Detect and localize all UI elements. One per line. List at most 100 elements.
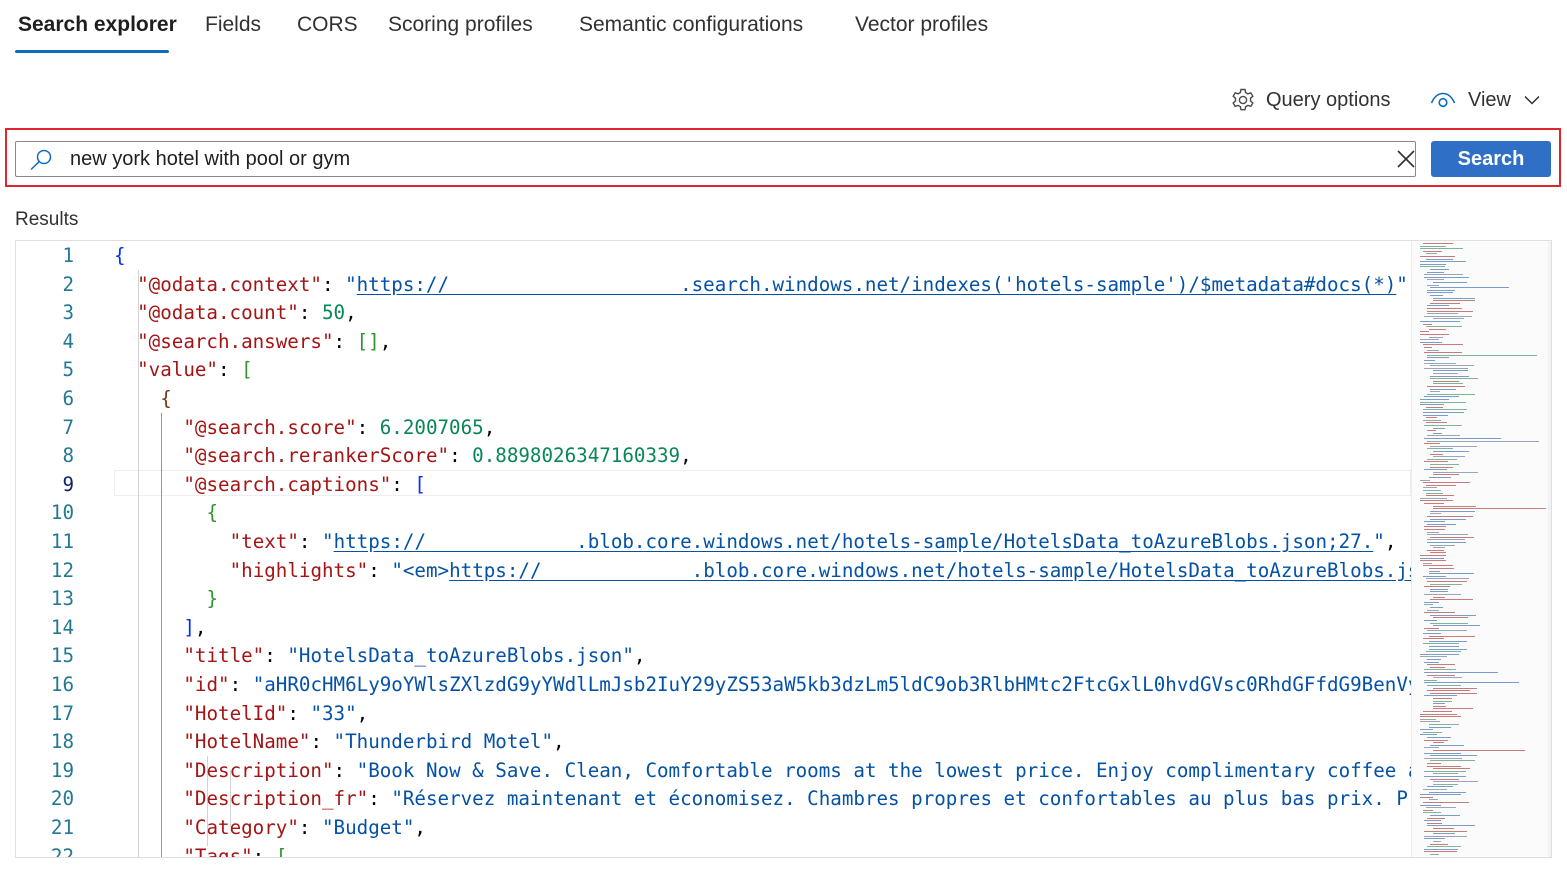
tab-vector-profiles[interactable]: Vector profiles <box>855 10 988 40</box>
minimap-line <box>1433 427 1446 429</box>
minimap-line <box>1430 269 1450 270</box>
minimap-line <box>1424 838 1446 840</box>
clear-icon[interactable] <box>1396 149 1416 174</box>
minimap-line <box>1423 419 1442 421</box>
line-number: 14 <box>50 615 74 639</box>
minimap-line <box>1427 284 1439 286</box>
code-area[interactable]: 1{2 "@odata.context": "https:// .search.w… <box>16 241 1411 858</box>
minimap-line <box>1424 362 1456 364</box>
minimap-line <box>1433 698 1452 699</box>
tab-semantic-configurations[interactable]: Semantic configurations <box>579 10 803 40</box>
minimap-line <box>1430 544 1456 546</box>
code-line: 22 "Tags": [ <box>16 843 1411 858</box>
search-input[interactable] <box>70 142 1370 176</box>
minimap-line <box>1430 815 1460 816</box>
minimap-line <box>1433 432 1443 434</box>
code-line: 9 "@search.captions": [ <box>16 471 1411 500</box>
minimap[interactable] <box>1411 241 1549 857</box>
minimap-line <box>1423 789 1448 790</box>
minimap-line <box>1427 534 1468 536</box>
minimap-line <box>1429 640 1468 642</box>
line-number: 11 <box>50 530 74 553</box>
code-line: 3 "@odata.count": 50, <box>16 299 1411 328</box>
minimap-line <box>1423 809 1433 811</box>
gear-icon <box>1230 87 1256 113</box>
tab-search-explorer[interactable]: Search explorer <box>18 10 177 40</box>
minimap-line <box>1424 352 1463 354</box>
minimap-line <box>1423 802 1469 803</box>
minimap-line <box>1433 773 1458 775</box>
minimap-line <box>1426 578 1469 580</box>
minimap-line <box>1423 414 1448 416</box>
minimap-line <box>1420 401 1467 403</box>
minimap-line <box>1424 848 1458 850</box>
minimap-line <box>1424 438 1502 439</box>
minimap-line <box>1424 830 1468 832</box>
minimap-line <box>1433 703 1445 705</box>
code-line: 21 "Category": "Budget", <box>16 814 1411 843</box>
minimap-line <box>1426 484 1456 486</box>
code-text: "Category": "Budget", <box>183 816 426 839</box>
minimap-line <box>1433 383 1464 385</box>
minimap-line <box>1420 334 1450 335</box>
line-number: 1 <box>62 244 74 267</box>
minimap-line <box>1430 760 1476 762</box>
minimap-line <box>1424 274 1463 276</box>
minimap-line <box>1424 851 1458 853</box>
minimap-line <box>1423 731 1442 733</box>
chevron-down-icon <box>1523 94 1541 106</box>
view-dropdown[interactable]: View <box>1430 84 1541 116</box>
minimap-line <box>1430 365 1475 367</box>
line-number: 10 <box>50 501 74 525</box>
minimap-line <box>1430 614 1476 616</box>
minimap-line <box>1424 752 1462 754</box>
minimap-line <box>1420 794 1462 796</box>
eye-icon <box>1430 90 1456 110</box>
minimap-line <box>1430 552 1447 554</box>
tab-scoring-profiles[interactable]: Scoring profiles <box>388 10 533 40</box>
minimap-line <box>1433 474 1459 476</box>
line-number: 22 <box>50 844 74 858</box>
minimap-line <box>1426 406 1444 408</box>
minimap-line <box>1430 464 1460 465</box>
minimap-line <box>1433 841 1442 842</box>
minimap-line <box>1423 633 1441 634</box>
tab-fields[interactable]: Fields <box>205 10 261 40</box>
minimap-line <box>1424 679 1437 681</box>
minimap-line <box>1424 425 1462 426</box>
minimap-line <box>1423 412 1465 413</box>
minimap-line <box>1424 612 1455 614</box>
minimap-line <box>1433 783 1458 785</box>
vertical-scrollbar[interactable] <box>1548 241 1551 857</box>
minimap-line <box>1430 744 1464 746</box>
minimap-line <box>1429 570 1441 572</box>
minimap-line <box>1429 336 1443 338</box>
minimap-line <box>1420 560 1447 562</box>
minimap-line <box>1427 435 1461 437</box>
minimap-line <box>1433 833 1455 835</box>
minimap-line <box>1420 729 1433 731</box>
minimap-line <box>1423 323 1432 325</box>
code-line: 6{ <box>16 385 1411 414</box>
search-button[interactable]: Search <box>1431 141 1551 177</box>
results-editor[interactable]: 1{2 "@odata.context": "https:// .search.w… <box>15 240 1552 858</box>
minimap-line <box>1423 250 1443 252</box>
minimap-line <box>1433 768 1471 770</box>
code-line: 10 { <box>16 499 1411 528</box>
minimap-line <box>1433 700 1453 702</box>
minimap-line <box>1423 490 1441 491</box>
active-tab-indicator <box>15 50 169 53</box>
query-options-button[interactable]: Query options <box>1230 84 1391 116</box>
code-line: 14], <box>16 614 1411 643</box>
minimap-line <box>1420 718 1437 720</box>
minimap-line <box>1427 349 1440 351</box>
search-box[interactable] <box>15 141 1416 177</box>
minimap-line <box>1424 503 1445 504</box>
code-text: "@search.rerankerScore": 0.8898026347160… <box>183 444 692 468</box>
minimap-line <box>1423 243 1454 244</box>
minimap-line <box>1427 542 1467 543</box>
minimap-line <box>1430 466 1454 468</box>
minimap-line <box>1424 682 1519 684</box>
tab-cors[interactable]: CORS <box>297 10 358 40</box>
minimap-line <box>1430 692 1478 694</box>
